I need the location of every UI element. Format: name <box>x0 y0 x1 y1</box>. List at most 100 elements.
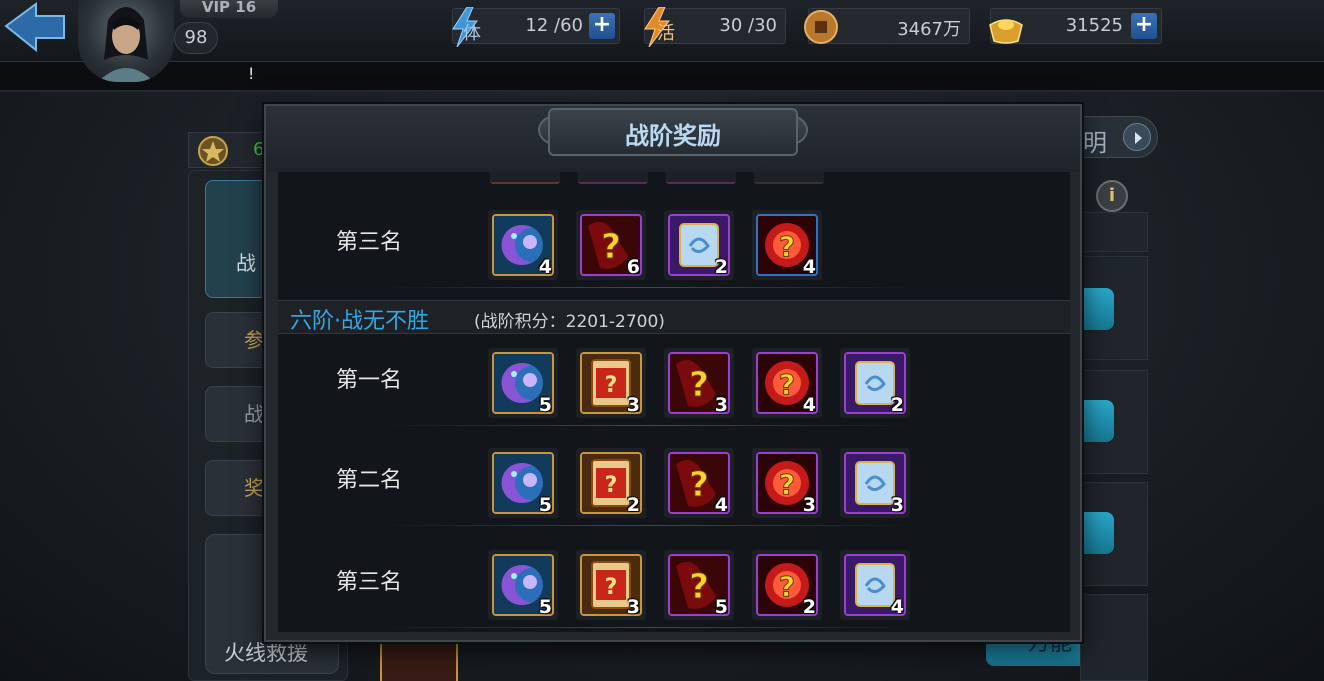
reward-count: 4 <box>802 256 816 278</box>
reward-item-moon-orb[interactable]: 5 <box>488 448 558 518</box>
reward-count: 2 <box>714 256 728 278</box>
reward-item-mystery-red[interactable]: ? 5 <box>664 550 734 620</box>
side-tab-battle-label: 战 <box>236 251 256 275</box>
player-level: 98 <box>174 22 218 54</box>
hero-portrait-icon <box>98 7 154 82</box>
reward-count: 4 <box>802 394 816 416</box>
reward-count: 2 <box>802 596 816 618</box>
reward-item-moon-orb[interactable]: 5 <box>488 550 558 620</box>
reward-item-moon-orb[interactable]: 5 <box>488 348 558 418</box>
reward-item-mystery-red[interactable]: ? 6 <box>576 210 646 280</box>
info-icon[interactable]: i <box>1096 180 1128 212</box>
reward-item-mystery-orb[interactable]: ? 3 <box>752 448 822 518</box>
rank-label: 第三名 <box>336 570 403 595</box>
vigor-glyph: 活 <box>657 23 675 44</box>
gold-ingot-icon <box>989 19 1023 44</box>
stamina-value: 12 /60 <box>525 15 583 36</box>
reward-item-mystery-orb[interactable]: ? 4 <box>752 348 822 418</box>
bg-action-button[interactable] <box>1080 288 1114 330</box>
side-tab-label: 奖 <box>244 476 264 500</box>
reward-count: 5 <box>714 596 728 618</box>
tier-header: 六阶·战无不胜 (战阶积分：2201-2700) <box>278 300 1070 334</box>
side-tab-label: 参 <box>244 328 264 352</box>
rank-label: 第三名 <box>336 230 403 255</box>
reward-item-red-scroll[interactable]: ? 3 <box>576 550 646 620</box>
reward-count: 3 <box>890 494 904 516</box>
svg-text:?: ? <box>689 365 709 405</box>
copper-coin-counter: 3467万 <box>804 8 970 44</box>
svg-text:?: ? <box>779 368 795 401</box>
rank-row: 第一名 5? 3? 3? 4 2 <box>278 336 1070 426</box>
honor-coin-count: 6 <box>253 139 265 160</box>
reward-item-mystery-orb[interactable]: ? 2 <box>752 550 822 620</box>
svg-text:?: ? <box>779 570 795 603</box>
reward-item-scroll-blue[interactable]: 2 <box>664 210 734 280</box>
stamina-counter: 体 12 /60 + <box>452 7 620 47</box>
svg-text:?: ? <box>605 473 618 498</box>
explain-button[interactable]: 明 <box>1080 116 1158 158</box>
announcement-text: ! <box>248 64 255 83</box>
back-arrow-icon <box>4 2 65 53</box>
svg-text:?: ? <box>689 567 709 607</box>
reward-item-mystery-orb[interactable]: ? 4 <box>752 210 822 280</box>
rank-row: 第三名 4? 6 2? 4 <box>278 198 1070 288</box>
reward-count: 5 <box>538 596 552 618</box>
reward-count: 2 <box>890 394 904 416</box>
reward-item-red-scroll[interactable]: ? 3 <box>576 348 646 418</box>
reward-item-scroll-blue[interactable]: 2 <box>840 348 910 418</box>
svg-text:?: ? <box>605 575 618 600</box>
reward-count: 2 <box>626 494 640 516</box>
reward-list[interactable]: 六阶·战无不胜 (战阶积分：2201-2700) 第三名 4? 6 2? 4 第一名 5? 3… <box>278 172 1070 632</box>
reward-item-red-scroll[interactable]: ? 2 <box>576 448 646 518</box>
svg-text:?: ? <box>779 230 795 263</box>
reward-count: 3 <box>802 494 816 516</box>
chevron-right-icon <box>1123 123 1151 151</box>
announcement-bar <box>0 62 1324 92</box>
gold-ingot-counter: 31525 + <box>989 8 1162 44</box>
reward-count: 5 <box>538 494 552 516</box>
reward-count: 3 <box>714 394 728 416</box>
bg-action-button[interactable] <box>1080 400 1114 442</box>
bg-list-card <box>1080 212 1148 252</box>
vigor-value: 30 /30 <box>719 15 777 36</box>
reward-item-scroll-blue[interactable]: 4 <box>840 550 910 620</box>
rank-label: 第一名 <box>336 368 403 393</box>
rank-label: 第二名 <box>336 468 403 493</box>
reward-item-mystery-red[interactable]: ? 4 <box>664 448 734 518</box>
reward-item-moon-orb[interactable]: 4 <box>488 210 558 280</box>
coin-value: 3467万 <box>897 19 961 40</box>
reward-count: 3 <box>626 394 640 416</box>
tier-name: 六阶·战无不胜 <box>290 309 429 334</box>
reward-count: 5 <box>538 394 552 416</box>
svg-text:?: ? <box>601 227 621 267</box>
game-screen: { "topbar": { "vip_label": "VIP 16", "le… <box>0 0 1324 681</box>
bg-list-card <box>1080 594 1148 681</box>
back-button[interactable] <box>0 0 70 56</box>
dialog-title: 战阶奖励 <box>625 122 721 150</box>
add-ingot-button[interactable]: + <box>1131 13 1157 39</box>
bottom-reward-item[interactable] <box>380 636 458 681</box>
explain-label: 明 <box>1083 129 1107 157</box>
vip-badge: VIP 16 <box>180 0 278 18</box>
reward-count: 3 <box>626 596 640 618</box>
add-stamina-button[interactable]: + <box>589 13 615 39</box>
rank-row: 第三名 5? 3? 5? 2 4 <box>278 538 1070 628</box>
side-tab-label: 战 <box>244 402 264 426</box>
svg-text:?: ? <box>605 373 618 398</box>
tier-score-range: (战阶积分：2201-2700) <box>474 312 665 332</box>
honor-coin-row: 6 <box>188 132 268 168</box>
reward-item-mystery-red[interactable]: ? 3 <box>664 348 734 418</box>
reward-item-scroll-blue[interactable]: 3 <box>840 448 910 518</box>
title-plate: 战阶奖励 <box>548 108 798 156</box>
bg-action-button[interactable] <box>1080 512 1114 554</box>
player-avatar[interactable] <box>78 0 174 82</box>
stamina-glyph: 体 <box>463 23 481 44</box>
reward-count: 4 <box>890 596 904 618</box>
vigor-counter: 活 30 /30 <box>644 7 786 47</box>
rank-row: 第二名 5? 2? 4? 3 3 <box>278 436 1070 526</box>
honor-medal-icon <box>198 136 228 166</box>
svg-text:?: ? <box>779 468 795 501</box>
reward-count: 4 <box>714 494 728 516</box>
partial-row-above <box>278 172 1070 194</box>
svg-text:?: ? <box>689 465 709 505</box>
